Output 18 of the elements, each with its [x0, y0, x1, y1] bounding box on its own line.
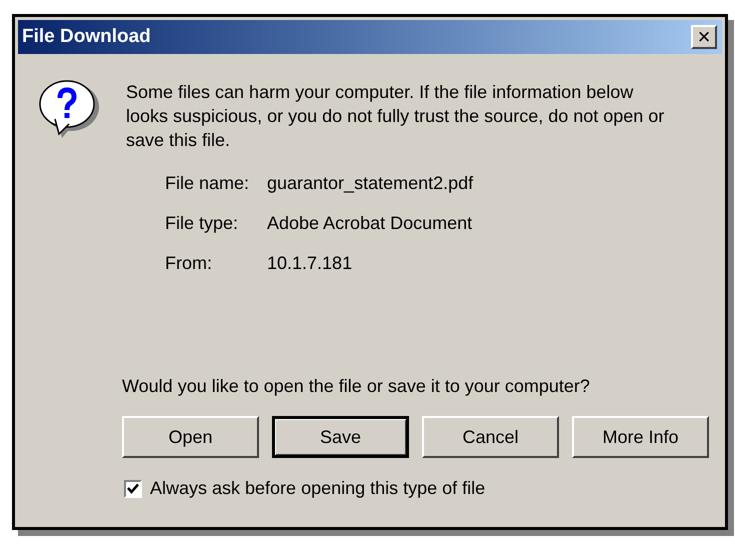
warning-message: Some files can harm your computer. If the file information below looks suspicious, or you do not fully trust the source, do not open or save this file.	[126, 81, 666, 152]
field-label: File type:	[165, 212, 240, 235]
dialog-button[interactable]: Open	[122, 416, 259, 458]
field-value: Adobe Acrobat Document	[267, 212, 472, 235]
field-value: 10.1.7.181	[267, 252, 352, 275]
field-value: guarantor_statement2.pdf	[267, 172, 474, 195]
close-button[interactable]: ×	[691, 25, 717, 49]
dialog-button[interactable]: Save	[272, 416, 409, 458]
field-label: From:	[165, 252, 213, 275]
check-icon	[127, 483, 139, 494]
dialog-button[interactable]: More Info	[572, 416, 709, 458]
question-text: Would you like to open the file or save it to your computer?	[121, 375, 591, 398]
checkbox-label[interactable]: Always ask before opening this type of file	[150, 475, 486, 502]
field-label: File name:	[165, 172, 250, 195]
dialog-button[interactable]: Cancel	[422, 416, 559, 458]
checkbox[interactable]	[124, 480, 142, 498]
window-title: File Download	[22, 24, 151, 49]
question-balloon-icon	[38, 78, 102, 140]
